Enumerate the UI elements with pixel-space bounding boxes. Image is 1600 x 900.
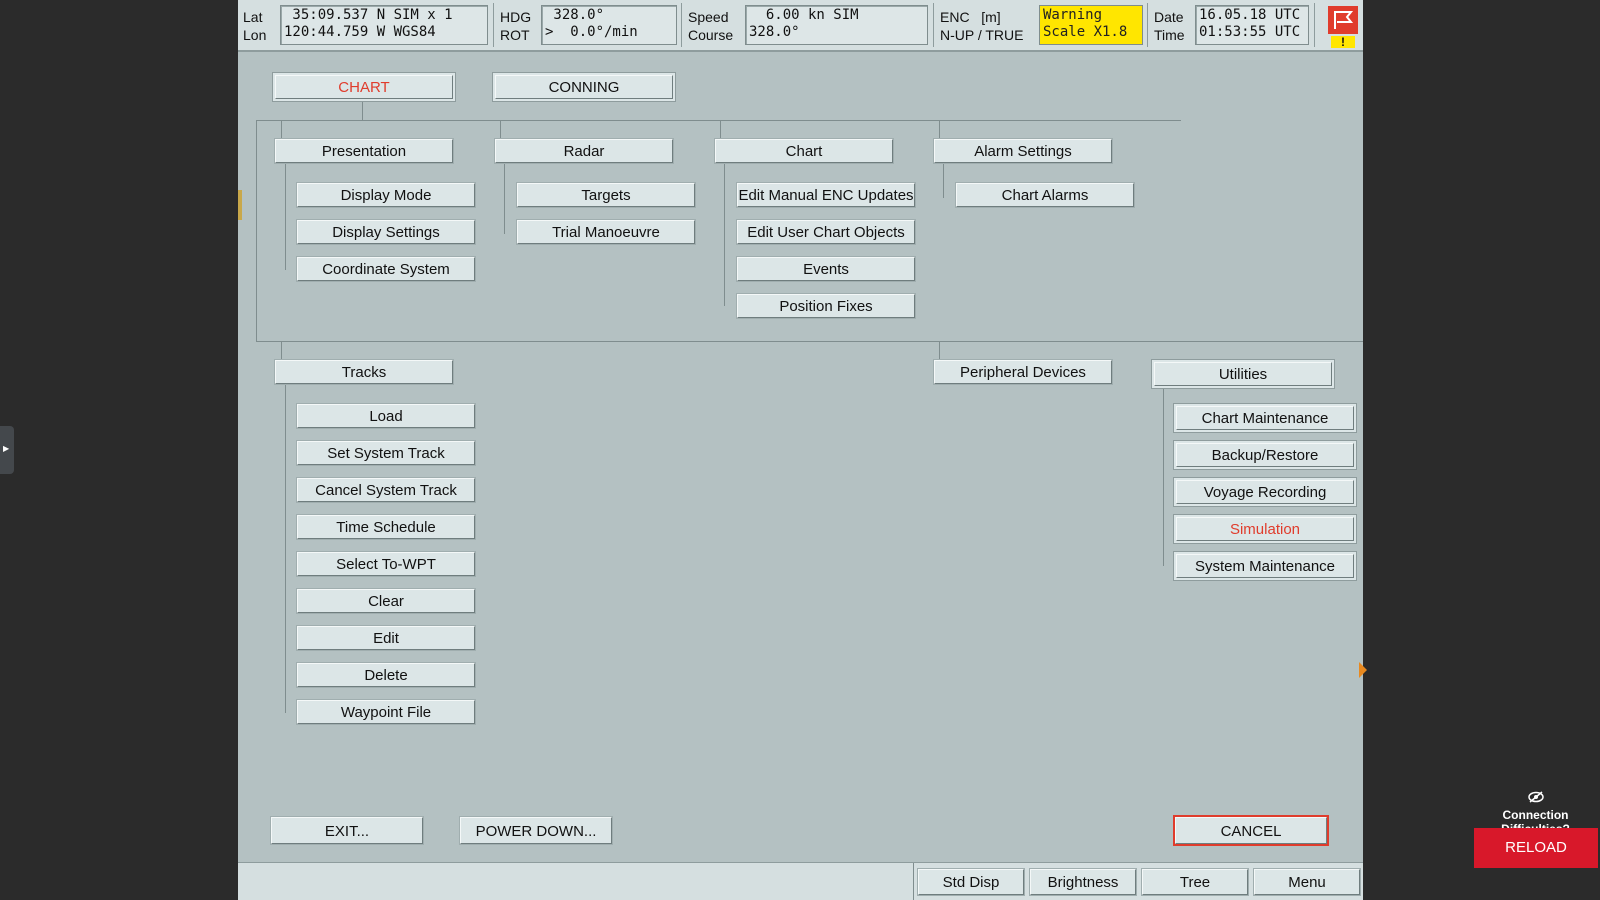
status-bar: Lat Lon 35:09.537 N SIM x 1 120:44.759 W… (238, 0, 1363, 52)
speed-value: 6.00 kn SIM (749, 7, 859, 23)
exit-button[interactable]: EXIT... (271, 817, 423, 844)
menu-button[interactable]: Menu (1254, 869, 1360, 895)
conning-tab-button[interactable]: CONNING (495, 75, 673, 99)
warning-indicator[interactable]: Warning Scale X1.8 (1039, 5, 1143, 45)
datetime-readout: 16.05.18 UTC 01:53:55 UTC (1195, 5, 1309, 45)
trial-manoeuvre-button[interactable]: Trial Manoeuvre (517, 220, 695, 244)
datetime-cell: Date Time 16.05.18 UTC 01:53:55 UTC (1149, 3, 1315, 47)
position-readout: 35:09.537 N SIM x 1 120:44.759 W WGS84 (280, 5, 488, 45)
edit-button[interactable]: Edit (297, 626, 475, 650)
tracks-button[interactable]: Tracks (275, 360, 453, 384)
bottom-bar: Std Disp Brightness Tree Menu (238, 862, 1363, 900)
hdg-label: HDG (500, 9, 532, 25)
orientation-label[interactable]: N-UP / TRUE (940, 27, 1024, 43)
alarm-settings-button[interactable]: Alarm Settings (934, 139, 1112, 163)
voyage-recording-button[interactable]: Voyage Recording (1176, 480, 1354, 504)
speed-readout: 6.00 kn SIM 328.0° (745, 5, 928, 45)
set-system-track-button[interactable]: Set System Track (297, 441, 475, 465)
presentation-button[interactable]: Presentation (275, 139, 453, 163)
date-label: Date (1154, 9, 1184, 25)
peripheral-devices-button[interactable]: Peripheral Devices (934, 360, 1112, 384)
targets-button[interactable]: Targets (517, 183, 695, 207)
edit-manual-enc-updates-button[interactable]: Edit Manual ENC Updates (737, 183, 915, 207)
rot-label: ROT (500, 27, 530, 43)
system-maintenance-button[interactable]: System Maintenance (1176, 554, 1354, 578)
alarm-exclamation: ! (1331, 36, 1355, 48)
lat-label: Lat (243, 9, 263, 25)
coordinate-system-button[interactable]: Coordinate System (297, 257, 475, 281)
eye-slash-icon (1473, 790, 1598, 806)
chart-mode-cell: ENC [m] N-UP / TRUE Warning Scale X1.8 (935, 3, 1148, 47)
rot-value: > 0.0°/min (545, 24, 638, 40)
chart-maintenance-button[interactable]: Chart Maintenance (1176, 406, 1354, 430)
course-label: Course (688, 27, 734, 43)
right-edge-arrow-icon[interactable] (1359, 662, 1367, 678)
utilities-button[interactable]: Utilities (1154, 362, 1332, 386)
clear-button[interactable]: Clear (297, 589, 475, 613)
alarm-flag-button[interactable]: ! (1328, 6, 1358, 48)
edit-user-chart-objects-button[interactable]: Edit User Chart Objects (737, 220, 915, 244)
side-panel-handle[interactable]: ▶ (0, 426, 14, 474)
simulation-button[interactable]: Simulation (1176, 517, 1354, 541)
position-cell: Lat Lon 35:09.537 N SIM x 1 120:44.759 W… (238, 3, 494, 47)
time-label: Time (1154, 27, 1185, 43)
left-edge-marker (238, 190, 242, 220)
tree-button[interactable]: Tree (1142, 869, 1248, 895)
backup-restore-button[interactable]: Backup/Restore (1176, 443, 1354, 467)
speed-cell: Speed Course 6.00 kn SIM 328.0° (683, 3, 934, 47)
power-down-button[interactable]: POWER DOWN... (460, 817, 612, 844)
lon-label: Lon (243, 27, 267, 43)
alarm-flag-icon (1328, 6, 1358, 34)
delete-button[interactable]: Delete (297, 663, 475, 687)
reload-button[interactable]: RELOAD (1474, 828, 1598, 868)
ecdis-window: Lat Lon 35:09.537 N SIM x 1 120:44.759 W… (238, 0, 1363, 900)
time-schedule-button[interactable]: Time Schedule (297, 515, 475, 539)
chart-alarms-button[interactable]: Chart Alarms (956, 183, 1134, 207)
cancel-system-track-button[interactable]: Cancel System Track (297, 478, 475, 502)
waypoint-file-button[interactable]: Waypoint File (297, 700, 475, 724)
chart-tab-button[interactable]: CHART (275, 75, 453, 99)
heading-readout: 328.0° > 0.0°/min (541, 5, 677, 45)
cancel-button[interactable]: CANCEL (1175, 817, 1327, 844)
events-button[interactable]: Events (737, 257, 915, 281)
lat-value: 35:09.537 N SIM x 1 (284, 7, 453, 23)
expand-arrow-icon: ▶ (3, 444, 10, 453)
warning-scale: Scale X1.8 (1043, 24, 1128, 40)
display-mode-button[interactable]: Display Mode (297, 183, 475, 207)
warning-title: Warning (1043, 7, 1103, 23)
lon-value: 120:44.759 W WGS84 (284, 24, 436, 40)
select-to-wpt-button[interactable]: Select To-WPT (297, 552, 475, 576)
chart-menu-button[interactable]: Chart (715, 139, 893, 163)
time-value: 01:53:55 UTC (1199, 24, 1301, 40)
heading-cell: HDG ROT 328.0° > 0.0°/min (495, 3, 682, 47)
speed-label: Speed (688, 9, 729, 25)
std-disp-button[interactable]: Std Disp (918, 869, 1024, 895)
enc-label: ENC [m] (940, 9, 1001, 25)
brightness-button[interactable]: Brightness (1030, 869, 1136, 895)
date-value: 16.05.18 UTC (1199, 7, 1301, 23)
display-settings-button[interactable]: Display Settings (297, 220, 475, 244)
course-value: 328.0° (749, 24, 800, 40)
hdg-value: 328.0° (545, 7, 605, 23)
position-fixes-button[interactable]: Position Fixes (737, 294, 915, 318)
radar-button[interactable]: Radar (495, 139, 673, 163)
load-button[interactable]: Load (297, 404, 475, 428)
